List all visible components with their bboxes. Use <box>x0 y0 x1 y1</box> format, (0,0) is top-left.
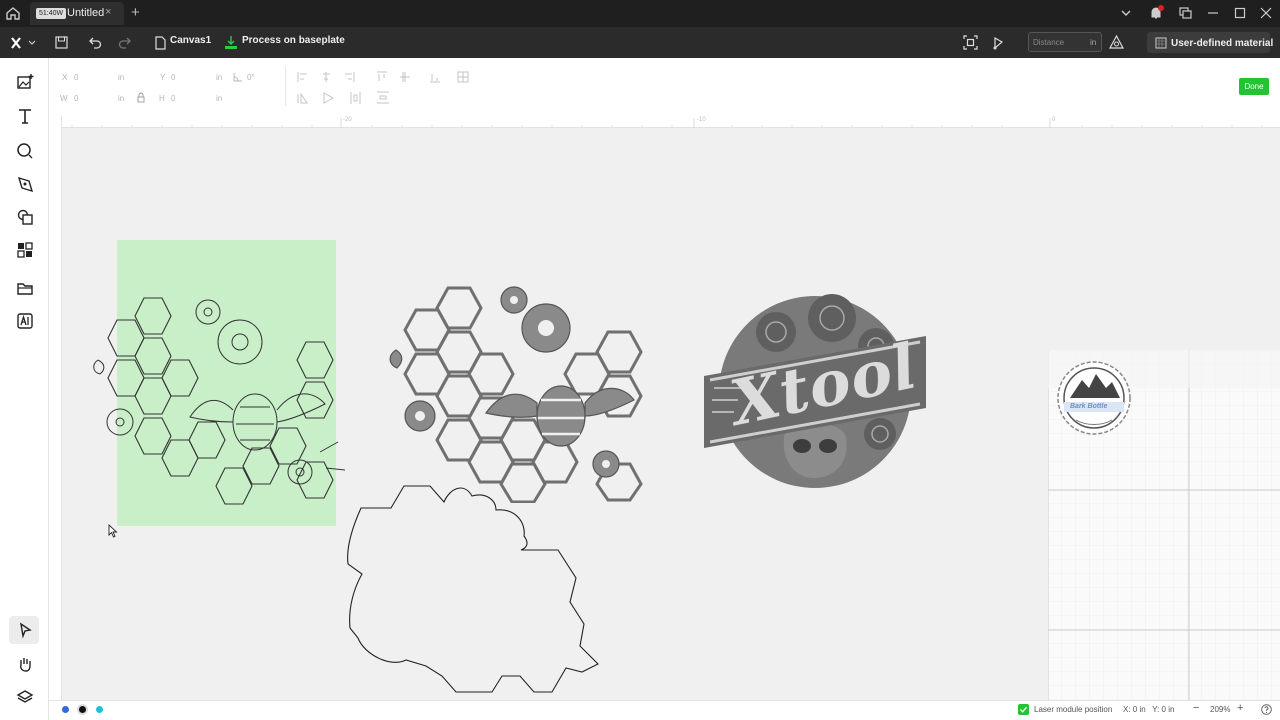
material-label: User-defined material <box>1171 38 1274 49</box>
ruler-mark: 0 <box>1052 117 1056 123</box>
tab-close-icon[interactable]: × <box>105 6 111 18</box>
laser-position-label: Laser module position <box>1034 705 1113 714</box>
shape-tool-icon[interactable] <box>15 140 35 160</box>
pen-tool-icon[interactable] <box>15 174 35 194</box>
undo-icon[interactable] <box>88 35 103 50</box>
y-label: Y <box>160 73 166 82</box>
saw-blade-badge-design[interactable] <box>1056 360 1132 436</box>
help-icon[interactable] <box>1261 704 1272 715</box>
process-on-baseplate-button[interactable]: Process on baseplate <box>242 35 345 46</box>
y-unit: in <box>216 73 223 82</box>
layer-color-blue[interactable] <box>62 706 69 713</box>
divider <box>285 66 286 106</box>
framing-icon[interactable] <box>990 35 1005 50</box>
angle-input[interactable]: 0° <box>247 73 255 82</box>
main-toolbar: Canvas1 Process on baseplate Distance in… <box>0 27 1280 58</box>
xtool-menu-icon[interactable] <box>10 35 36 51</box>
design-canvas[interactable]: Xtool Bark Bottle <box>62 128 1280 700</box>
camera-capture-icon[interactable] <box>963 35 978 50</box>
ruler-mark: -20 <box>343 117 352 123</box>
properties-bar <box>49 58 1280 116</box>
laser-position-checkbox[interactable] <box>1018 704 1029 715</box>
laser-power-badge: 51:40W <box>36 8 67 19</box>
zoom-in-button[interactable]: + <box>1237 702 1243 714</box>
layer-color-black[interactable] <box>79 706 86 713</box>
distance-placeholder: Distance <box>1033 38 1065 47</box>
h-unit: in <box>216 94 223 103</box>
cursor-coordinates: X: 0 in Y: 0 in <box>1123 705 1175 714</box>
close-window-icon[interactable] <box>1257 4 1275 22</box>
align-tools-group[interactable] <box>296 70 471 106</box>
done-button[interactable]: Done <box>1239 78 1269 95</box>
zoom-level[interactable]: 209% <box>1210 705 1230 714</box>
redo-icon[interactable] <box>117 35 132 50</box>
x-input[interactable]: 0 <box>74 73 78 82</box>
home-icon[interactable] <box>4 4 22 22</box>
w-input[interactable]: 0 <box>74 94 78 103</box>
angle-icon <box>233 73 242 82</box>
ruler-ticks <box>71 118 1263 128</box>
projects-folder-icon[interactable] <box>15 278 35 298</box>
maximize-icon[interactable] <box>1231 4 1249 22</box>
hand-pan-icon[interactable] <box>15 654 35 674</box>
honeycomb-bee-outline-design[interactable] <box>90 292 350 512</box>
distance-unit: in <box>1090 38 1097 47</box>
document-icon <box>155 36 166 50</box>
honeycomb-contour-outline[interactable] <box>346 478 618 700</box>
vertical-ruler <box>49 116 62 700</box>
mouse-cursor-icon <box>108 524 118 538</box>
lock-ratio-icon[interactable] <box>137 92 145 103</box>
process-baseplate-icon <box>225 36 237 49</box>
auto-measure-icon[interactable] <box>1109 35 1124 50</box>
badge-text: Bark Bottle <box>1070 403 1108 410</box>
layers-icon[interactable] <box>15 687 35 707</box>
chevron-down-icon[interactable] <box>1117 4 1135 22</box>
minimize-icon[interactable] <box>1204 4 1222 22</box>
x-label: X <box>62 73 68 82</box>
material-icon <box>1155 37 1167 49</box>
ai-tool-icon[interactable] <box>15 311 35 331</box>
canvas-name[interactable]: Canvas1 <box>170 35 211 46</box>
x-unit: in <box>118 73 125 82</box>
h-input[interactable]: 0 <box>171 94 175 103</box>
h-label: H <box>159 94 165 103</box>
new-tab-icon[interactable]: + <box>131 4 140 21</box>
shapes-library-icon[interactable] <box>15 207 35 227</box>
zoom-out-button[interactable]: − <box>1193 702 1199 714</box>
select-tool-icon[interactable] <box>15 620 35 640</box>
y-input[interactable]: 0 <box>171 73 175 82</box>
add-image-icon[interactable] <box>15 72 35 92</box>
bell-icon[interactable] <box>1147 4 1165 22</box>
tab-title: Untitled <box>67 7 105 19</box>
w-label: W <box>60 94 68 103</box>
ruler-mark: -10 <box>697 117 706 123</box>
text-tool-icon[interactable] <box>15 106 35 126</box>
elements-grid-icon[interactable] <box>15 240 35 260</box>
w-unit: in <box>118 94 125 103</box>
layer-color-cyan[interactable] <box>96 706 103 713</box>
save-icon[interactable] <box>54 35 69 50</box>
title-bar: 51:40W Untitled × + <box>0 0 1280 27</box>
chat-icon[interactable] <box>1176 4 1194 22</box>
honeycomb-bee-gray-design[interactable] <box>386 278 656 503</box>
